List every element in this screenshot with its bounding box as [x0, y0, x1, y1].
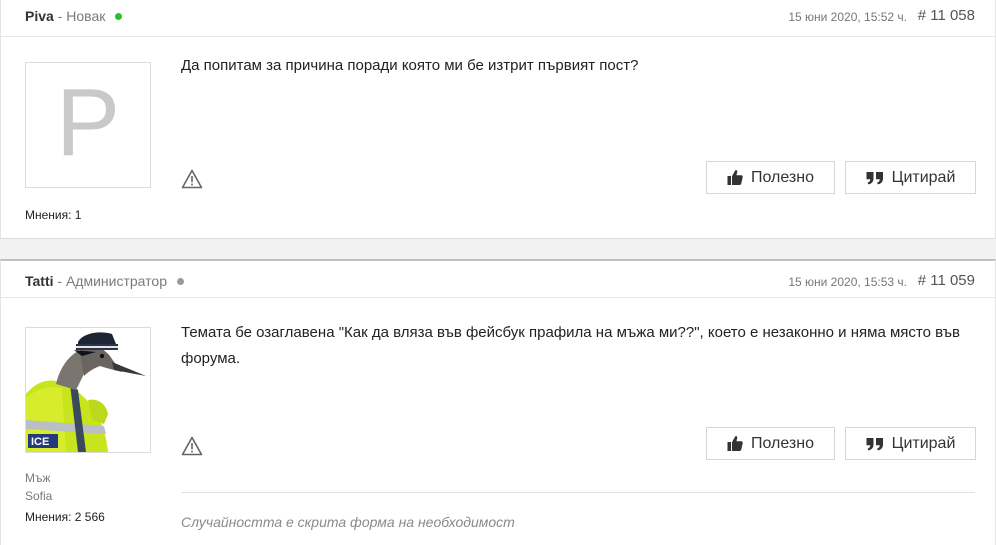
avatar-badge-text: ICE	[31, 436, 49, 448]
post-author: Tatti - Администратор	[25, 273, 184, 289]
warning-triangle-icon[interactable]	[181, 169, 203, 189]
avatar-letter: P	[55, 69, 121, 176]
quote-button-label: Цитирай	[891, 169, 956, 186]
signature-divider	[181, 492, 975, 493]
avatar[interactable]: P	[25, 62, 151, 188]
police-bird-avatar: ICE	[26, 328, 150, 452]
post-message: Да попитам за причина поради която ми бе…	[181, 57, 639, 74]
post-message: Темата бе озаглавена "Как да вляза във ф…	[181, 324, 960, 367]
author-name-link[interactable]: Piva	[25, 8, 54, 24]
quote-button-label: Цитирай	[891, 435, 956, 452]
author-separator: -	[57, 273, 63, 289]
quote-icon	[866, 171, 884, 185]
user-signature: Случайността е скрита форма на необходим…	[181, 514, 515, 530]
post-number-link[interactable]: # 11 059	[918, 273, 975, 289]
post-count: Мнения: 1	[25, 208, 82, 222]
quote-icon	[866, 437, 884, 451]
user-info: Мнения: 1	[25, 206, 81, 224]
author-name-link[interactable]: Tatti	[25, 273, 54, 289]
post-number-link[interactable]: # 11 058	[918, 8, 975, 24]
quote-button[interactable]: Цитирай	[845, 161, 976, 194]
like-button-label: Полезно	[751, 169, 814, 186]
like-button-label: Полезно	[751, 435, 814, 452]
thumbs-up-icon	[727, 169, 743, 186]
thumbs-up-icon	[727, 435, 743, 452]
post-header: Tatti - Администратор 15 юни 2020, 15:53…	[1, 261, 995, 298]
post-header: Piva - Новак 15 юни 2020, 15:52 ч. # 11 …	[1, 0, 995, 37]
forum-post: Piva - Новак 15 юни 2020, 15:52 ч. # 11 …	[0, 0, 996, 239]
post-count: Мнения: 2 566	[25, 510, 105, 524]
warning-triangle-icon[interactable]	[181, 436, 203, 456]
quote-button[interactable]: Цитирай	[845, 427, 976, 460]
post-date: 15 юни 2020, 15:53 ч.	[788, 275, 907, 289]
user-info: Мъж Sofia Мнения: 2 566	[25, 469, 105, 526]
author-role: Новак	[66, 8, 106, 24]
user-gender: Мъж	[25, 471, 51, 485]
like-button[interactable]: Полезно	[706, 427, 835, 460]
post-date: 15 юни 2020, 15:52 ч.	[788, 10, 907, 24]
post-author: Piva - Новак	[25, 8, 123, 24]
avatar[interactable]: ICE	[25, 327, 151, 453]
forum-post: Tatti - Администратор 15 юни 2020, 15:53…	[0, 259, 996, 545]
author-role: Администратор	[65, 273, 167, 289]
user-location: Sofia	[25, 489, 53, 503]
like-button[interactable]: Полезно	[706, 161, 835, 194]
online-status-dot	[115, 13, 123, 20]
author-separator: -	[57, 8, 63, 24]
offline-status-dot	[176, 278, 184, 285]
